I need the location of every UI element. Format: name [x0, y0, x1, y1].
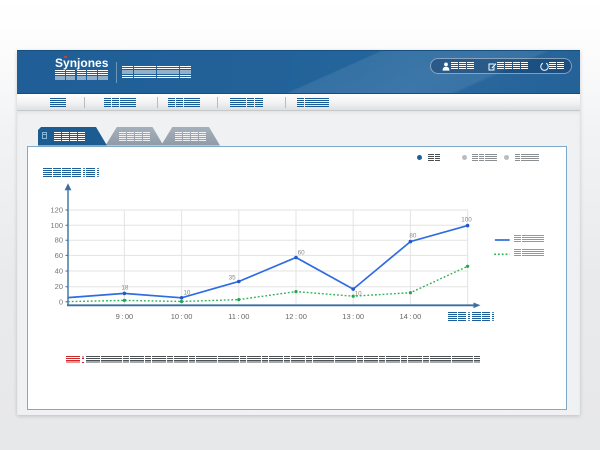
svg-text:120: 120 — [50, 205, 63, 214]
svg-text:13 : 00: 13 : 00 — [342, 312, 364, 321]
svg-text:9 : 00: 9 : 00 — [116, 312, 134, 321]
svg-text:10: 10 — [183, 289, 191, 296]
svg-text:10 : 00: 10 : 00 — [171, 312, 193, 321]
svg-text:60: 60 — [298, 249, 306, 256]
svg-text:12 : 00: 12 : 00 — [285, 312, 307, 321]
svg-text:18: 18 — [121, 284, 129, 291]
svg-text:35: 35 — [229, 274, 237, 281]
svg-text:80: 80 — [55, 235, 63, 244]
svg-text:100: 100 — [50, 220, 63, 229]
svg-text:40: 40 — [55, 266, 63, 275]
svg-text:14 : 00: 14 : 00 — [400, 312, 422, 321]
svg-text:10: 10 — [355, 290, 363, 297]
svg-text:80: 80 — [409, 232, 417, 239]
svg-text:60: 60 — [55, 250, 63, 259]
svg-text:0: 0 — [59, 297, 63, 306]
svg-text:11 : 00: 11 : 00 — [228, 312, 249, 321]
svg-text:100: 100 — [461, 216, 472, 223]
svg-text:20: 20 — [55, 282, 63, 291]
